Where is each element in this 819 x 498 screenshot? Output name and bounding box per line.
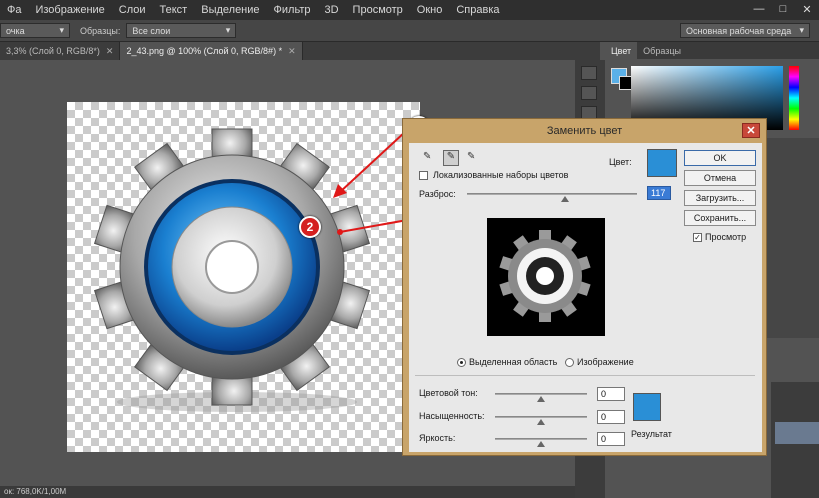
layer-row-selected[interactable]	[775, 422, 819, 444]
saturation-track[interactable]	[495, 416, 587, 418]
lightness-thumb[interactable]	[537, 441, 545, 447]
ok-button[interactable]: OK	[684, 150, 756, 166]
preview-label: Просмотр	[705, 232, 747, 242]
cancel-button[interactable]: Отмена	[684, 170, 756, 186]
fuzziness-label: Разброс:	[419, 189, 456, 199]
selection-radio-label: Выделенная область	[469, 357, 558, 367]
properties-icon[interactable]	[581, 86, 597, 100]
eyedropper-minus-icon[interactable]: ✎	[467, 151, 481, 165]
color-label: Цвет:	[609, 157, 632, 167]
step-badge-2: 2	[299, 216, 321, 238]
localized-checkbox[interactable]	[419, 171, 428, 180]
tab-swatches[interactable]: Образцы	[637, 42, 687, 59]
saturation-label: Насыщенность:	[419, 411, 485, 421]
replace-color-dialog: Заменить цвет ✕ ✎ ✎ ✎ Локализованные наб…	[402, 118, 767, 456]
lightness-input[interactable]: 0	[597, 432, 625, 446]
fuzziness-thumb[interactable]	[561, 196, 569, 202]
saturation-thumb[interactable]	[537, 419, 545, 425]
status-bar: ок: 768,0K/1,00M	[0, 486, 600, 498]
fuzziness-track[interactable]	[467, 193, 637, 195]
dialog-body: ✎ ✎ ✎ Локализованные наборы цветов Цвет:…	[409, 143, 762, 452]
saturation-input[interactable]: 0	[597, 410, 625, 424]
eyedropper-icon[interactable]: ✎	[423, 151, 437, 165]
result-label: Результат	[631, 429, 672, 439]
fuzziness-input[interactable]: 117	[647, 186, 671, 200]
preview-mask	[499, 230, 591, 322]
eyedropper-plus-icon[interactable]: ✎	[443, 150, 459, 166]
selection-radio[interactable]	[457, 358, 466, 367]
save-button[interactable]: Сохранить...	[684, 210, 756, 226]
preview-checkbox[interactable]: ✓	[693, 233, 702, 242]
hue-track[interactable]	[495, 393, 587, 395]
history-icon[interactable]	[581, 66, 597, 80]
dialog-titlebar[interactable]: Заменить цвет ✕	[403, 119, 766, 143]
lightness-label: Яркость:	[419, 433, 456, 443]
hue-label: Цветовой тон:	[419, 388, 478, 398]
image-radio[interactable]	[565, 358, 574, 367]
image-radio-label: Изображение	[577, 357, 634, 367]
selection-preview	[487, 218, 605, 336]
panel-tabs: Цвет Образцы	[605, 42, 819, 59]
hue-slider[interactable]	[789, 66, 799, 130]
divider	[415, 375, 755, 376]
hue-input[interactable]: 0	[597, 387, 625, 401]
color-swatch[interactable]	[647, 149, 677, 177]
tab-color[interactable]: Цвет	[605, 42, 638, 59]
load-button[interactable]: Загрузить...	[684, 190, 756, 206]
dialog-close-button[interactable]: ✕	[742, 123, 760, 138]
hue-thumb[interactable]	[537, 396, 545, 402]
lightness-track[interactable]	[495, 438, 587, 440]
dialog-title: Заменить цвет	[546, 125, 623, 137]
result-swatch[interactable]	[633, 393, 661, 421]
localized-label: Локализованные наборы цветов	[433, 170, 569, 180]
